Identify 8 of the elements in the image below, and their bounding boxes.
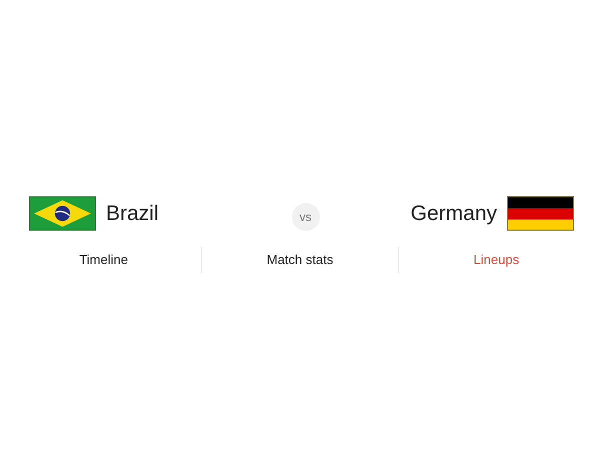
tab[interactable]: Lineups	[474, 252, 520, 267]
team-name: Brazil	[106, 202, 159, 226]
team-name: Germany	[410, 202, 497, 226]
flag-icon	[507, 196, 574, 231]
tab[interactable]: Timeline	[79, 252, 128, 267]
tab[interactable]: Match stats	[266, 252, 334, 267]
flag-icon	[29, 196, 96, 231]
versus-badge: vs	[292, 202, 320, 230]
